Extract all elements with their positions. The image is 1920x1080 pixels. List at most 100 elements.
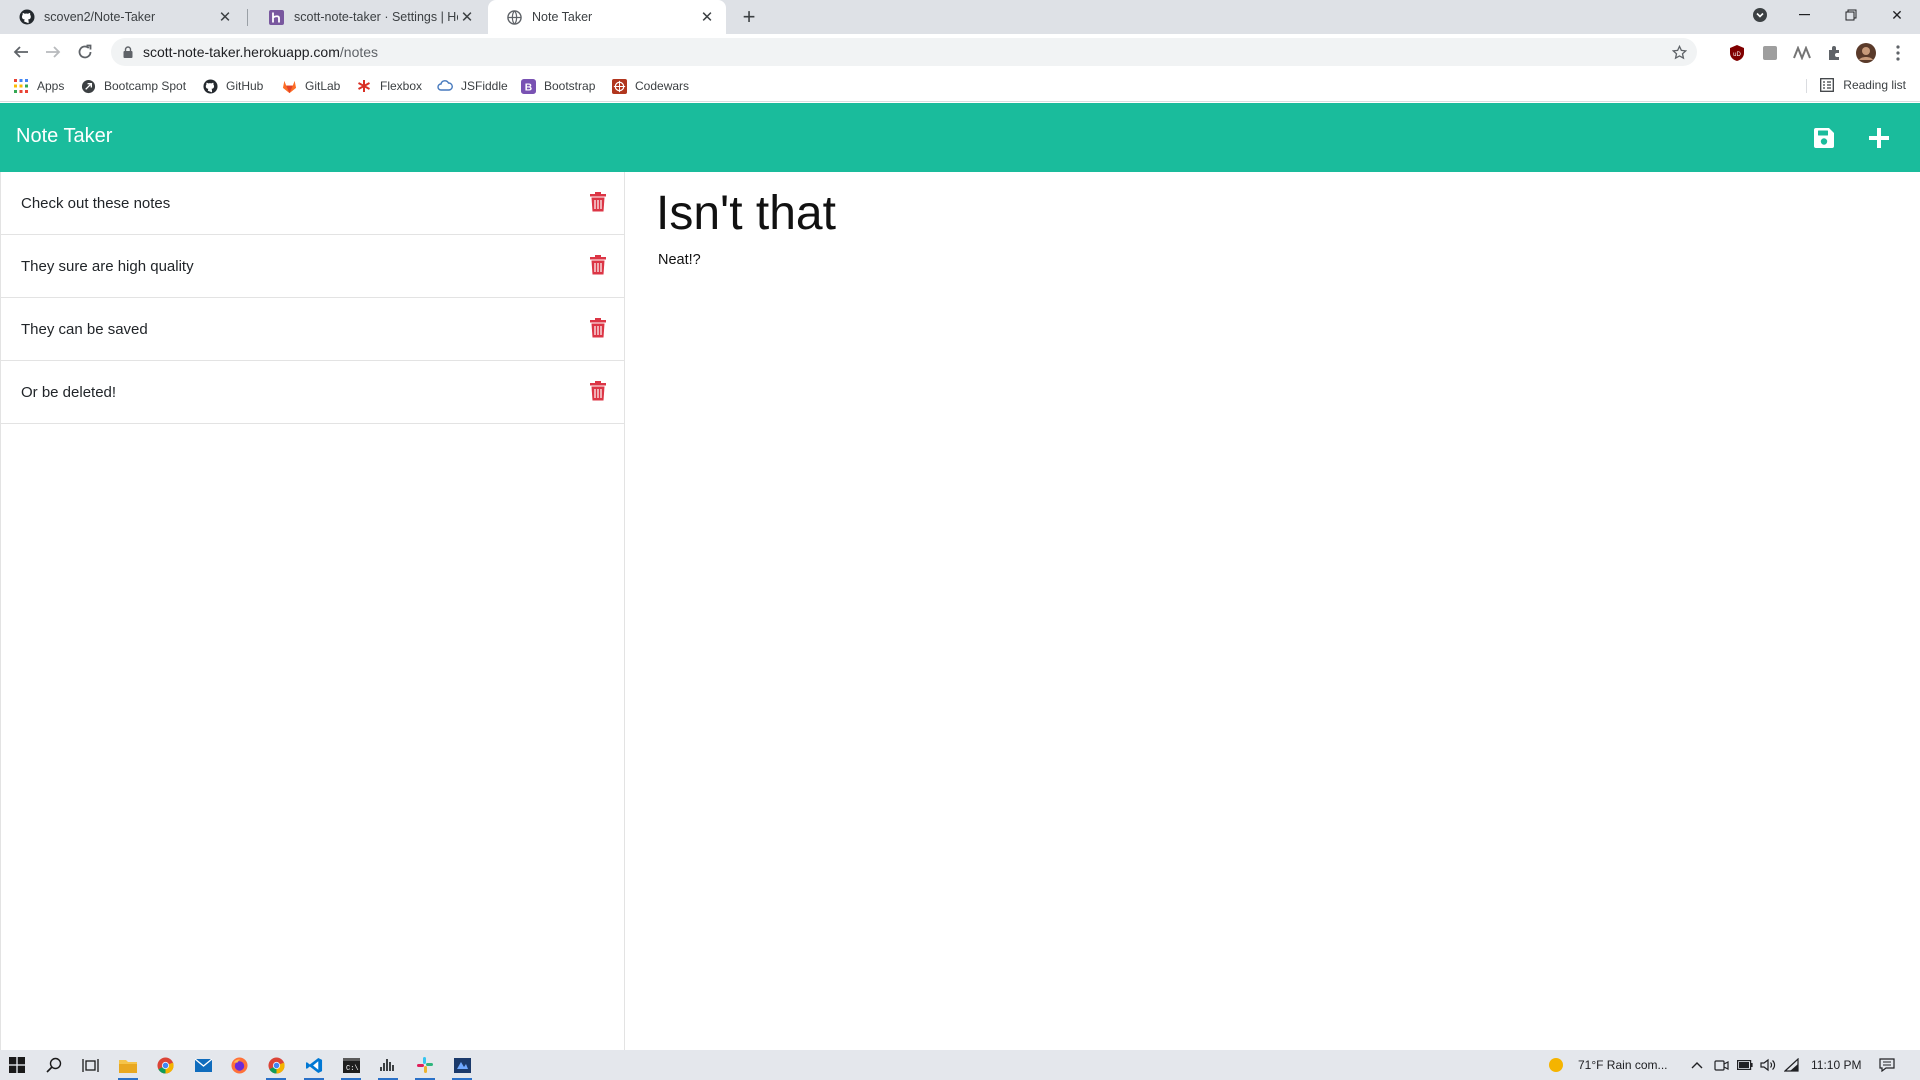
bookmark-label: GitLab	[305, 79, 341, 93]
github-icon	[18, 9, 35, 26]
gitlab-icon	[281, 78, 297, 94]
terminal-icon[interactable]: C:\	[338, 1053, 364, 1080]
extension-square-icon[interactable]	[1760, 43, 1780, 63]
bookmark-label: JSFiddle	[461, 79, 508, 93]
browser-menu-icon[interactable]	[1888, 43, 1908, 63]
bookmark-bootcamp-spot[interactable]: Bootcamp Spot	[80, 77, 186, 95]
close-tab-icon[interactable]: ✕	[698, 8, 716, 26]
note-item-title[interactable]: Or be deleted!	[21, 384, 624, 401]
svg-text:C:\: C:\	[346, 1065, 359, 1073]
svg-text:uD: uD	[1733, 52, 1741, 58]
mail-icon[interactable]	[190, 1053, 216, 1077]
tab-title: scoven2/Note-Taker	[44, 10, 156, 24]
bookmark-star-icon[interactable]	[1671, 44, 1687, 60]
app-brand[interactable]: Note Taker	[16, 125, 112, 148]
bookmark-label: Bootstrap	[544, 79, 596, 93]
apps-grid-icon	[13, 78, 29, 94]
firefox-icon[interactable]	[226, 1053, 252, 1077]
note-list-item[interactable]: They can be saved	[1, 298, 624, 361]
note-item-title[interactable]: They sure are high quality	[21, 258, 624, 275]
show-hidden-icons-chevron-icon[interactable]	[1689, 1057, 1705, 1073]
chrome-icon[interactable]	[152, 1053, 178, 1077]
close-tab-icon[interactable]: ✕	[458, 8, 476, 26]
save-note-icon[interactable]	[1810, 124, 1838, 152]
note-list-item[interactable]: Check out these notes	[1, 172, 624, 235]
reading-list-label: Reading list	[1843, 78, 1906, 92]
search-icon[interactable]	[41, 1053, 67, 1077]
new-tab-button[interactable]: +	[736, 4, 762, 30]
weather-status[interactable]: 71°F Rain com...	[1578, 1050, 1668, 1080]
bookmark-jsfiddle[interactable]: JSFiddle	[437, 77, 508, 95]
delete-note-trash-icon[interactable]	[589, 191, 607, 213]
tab-search-icon[interactable]	[1737, 0, 1783, 30]
note-list: Check out these notes They sure are high…	[0, 172, 625, 1050]
bookmark-gitlab[interactable]: GitLab	[281, 77, 340, 95]
tab-title: scott-note-taker · Settings | Hero	[294, 10, 458, 24]
close-tab-icon[interactable]: ✕	[216, 8, 234, 26]
windows-start-icon[interactable]	[4, 1053, 30, 1077]
app-main: Check out these notes They sure are high…	[0, 172, 1920, 1050]
note-list-item[interactable]: They sure are high quality	[1, 235, 624, 298]
browser-toolbar: scott-note-taker.herokuapp.com/notes	[0, 34, 1920, 70]
notifications-icon[interactable]	[1879, 1057, 1895, 1073]
ublock-shield-icon[interactable]: uD	[1727, 43, 1747, 63]
weather-sun-icon[interactable]	[1548, 1057, 1564, 1073]
back-arrow-icon[interactable]	[9, 40, 33, 64]
tab-note-taker[interactable]: Note Taker ✕	[488, 0, 726, 34]
tab-title: Note Taker	[532, 10, 593, 24]
bookmark-label: Bootcamp Spot	[104, 79, 187, 93]
reload-icon[interactable]	[73, 40, 97, 64]
reading-list-button[interactable]: Reading list	[1819, 77, 1906, 93]
note-item-title[interactable]: Check out these notes	[21, 195, 624, 212]
tab-github-repo[interactable]: scoven2/Note-Taker ✕	[0, 0, 244, 34]
bookmark-label: Flexbox	[380, 79, 423, 93]
forward-arrow-icon[interactable]	[41, 40, 65, 64]
remote-desktop-icon[interactable]	[449, 1053, 475, 1080]
bookmark-label: Apps	[37, 79, 65, 93]
audio-app-icon[interactable]	[375, 1053, 401, 1080]
codewars-icon	[611, 78, 627, 94]
volume-icon[interactable]	[1760, 1057, 1776, 1073]
note-item-title[interactable]: They can be saved	[21, 321, 624, 338]
vscode-icon[interactable]	[301, 1053, 327, 1080]
bootcamp-icon	[80, 78, 96, 94]
file-explorer-icon[interactable]	[115, 1053, 141, 1080]
bookmark-bootstrap[interactable]: B Bootstrap	[520, 77, 595, 95]
flexbox-icon	[356, 78, 372, 94]
note-title-input[interactable]	[656, 182, 1886, 244]
new-note-icon[interactable]	[1865, 124, 1893, 152]
bookmark-flexbox[interactable]: Flexbox	[356, 77, 422, 95]
address-bar[interactable]: scott-note-taker.herokuapp.com/notes	[111, 38, 1697, 66]
bookmark-codewars[interactable]: Codewars	[611, 77, 689, 95]
battery-icon[interactable]	[1737, 1057, 1753, 1073]
bookmark-label: GitHub	[226, 79, 264, 93]
slack-icon[interactable]	[412, 1053, 438, 1080]
extension-wave-icon[interactable]	[1792, 43, 1812, 63]
wifi-icon[interactable]	[1784, 1057, 1800, 1073]
close-window-icon[interactable]: ✕	[1874, 0, 1920, 30]
address-host: scott-note-taker.herokuapp.com	[143, 44, 340, 60]
delete-note-trash-icon[interactable]	[589, 380, 607, 402]
bootstrap-icon: B	[520, 78, 536, 94]
svg-text:B: B	[524, 82, 531, 93]
tab-heroku-settings[interactable]: scott-note-taker · Settings | Hero ✕	[250, 0, 486, 34]
note-text-area[interactable]: Neat!?	[658, 252, 1888, 952]
address-path: /notes	[339, 44, 379, 60]
delete-note-trash-icon[interactable]	[589, 254, 607, 276]
profile-avatar-icon[interactable]	[1856, 43, 1876, 63]
globe-icon	[506, 9, 523, 26]
meet-now-icon[interactable]	[1713, 1057, 1729, 1073]
bookmark-github[interactable]: GitHub	[202, 77, 263, 95]
note-editor: Neat!?	[626, 172, 1920, 1050]
restore-window-icon[interactable]	[1828, 0, 1874, 30]
bookmark-apps[interactable]: Apps	[13, 77, 64, 95]
minimize-window-icon[interactable]	[1782, 0, 1828, 30]
system-clock[interactable]: 11:10 PM	[1811, 1050, 1861, 1080]
lock-icon[interactable]	[121, 45, 135, 59]
delete-note-trash-icon[interactable]	[589, 317, 607, 339]
extensions-puzzle-icon[interactable]	[1824, 43, 1844, 63]
note-list-item[interactable]: Or be deleted!	[1, 361, 624, 424]
chrome-active-icon[interactable]	[263, 1053, 289, 1080]
task-view-icon[interactable]	[77, 1053, 103, 1077]
bookmark-label: Codewars	[635, 79, 690, 93]
